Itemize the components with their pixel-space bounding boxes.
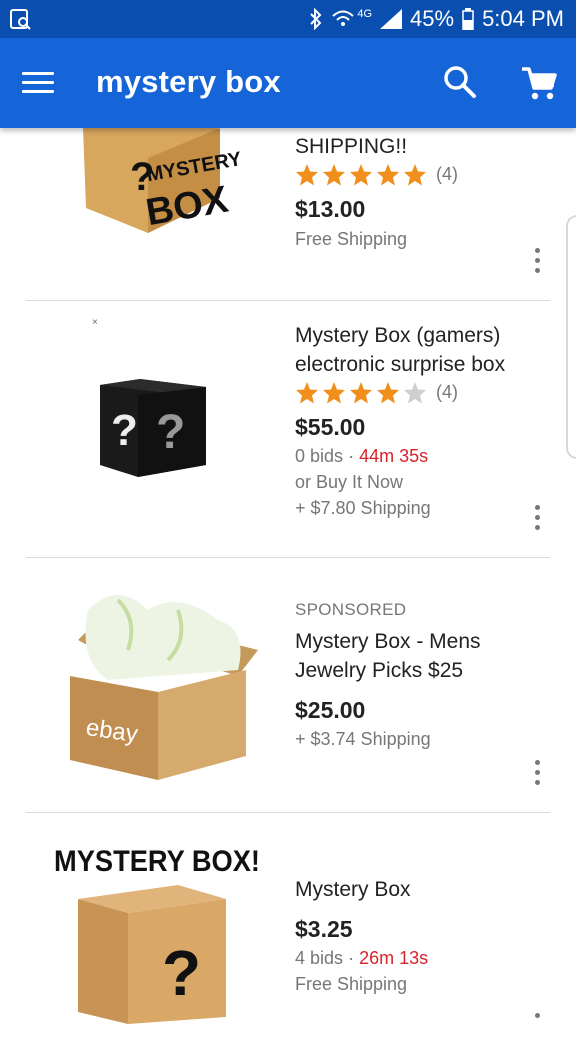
shipping-info: + $3.74 Shipping (295, 729, 431, 749)
more-options-icon[interactable] (530, 248, 544, 278)
review-count: (4) (436, 382, 458, 402)
listing-item[interactable]: ? MYSTERY BOX SHIPPING!! (4) $13.00 Free… (0, 128, 576, 300)
battery-percent: 45% (410, 6, 455, 31)
buy-it-now: or Buy It Now (295, 472, 404, 492)
search-query-title[interactable]: mystery box (96, 64, 281, 100)
more-options-icon[interactable] (530, 505, 544, 535)
shipping-info: + $7.80 Shipping (295, 498, 431, 518)
star-icon (377, 382, 399, 404)
close-mark: × (92, 317, 98, 328)
star-icon (350, 164, 372, 186)
menu-icon (22, 72, 54, 75)
listing-price: $55.00 (295, 414, 366, 440)
bids-line: 4 bids · 26m 13s (295, 945, 555, 971)
review-count: (4) (436, 164, 458, 184)
clock: 5:04 PM (482, 6, 564, 31)
bid-count: 4 bids (295, 948, 344, 968)
network-label: 4G (357, 8, 373, 20)
cart-icon[interactable] (520, 64, 558, 102)
star-icon (404, 382, 426, 404)
listing-image: ebay (28, 580, 268, 790)
rating-stars: (4) (295, 163, 555, 186)
bluetooth-icon (310, 8, 322, 30)
star-icon (404, 164, 426, 186)
star-icon (296, 164, 318, 186)
star-icon (323, 382, 345, 404)
bid-count: 0 bids (295, 446, 344, 466)
screenshot-icon (10, 9, 31, 30)
listing-title: SHIPPING!! (295, 135, 408, 158)
listing-item[interactable]: ebay SPONSORED Mystery Box - Mens Jewelr… (0, 558, 576, 812)
sponsored-label: SPONSORED (295, 600, 407, 619)
search-icon[interactable] (442, 64, 478, 100)
listing-title: Mystery Box (gamers) electronic surprise… (295, 324, 506, 376)
listing-title: Mystery Box (295, 878, 411, 901)
signal-icon (380, 9, 403, 29)
shipping-info: Free Shipping (295, 974, 408, 994)
app-bar: mystery box (0, 38, 576, 128)
listing-price: $3.25 (295, 916, 353, 942)
star-icon (323, 164, 345, 186)
separator: · (348, 948, 355, 968)
rating-stars: (4) (295, 381, 555, 404)
status-bar: 4G 45% 5:04 PM (0, 0, 576, 38)
time-left: 44m 35s (359, 446, 429, 466)
listing-price: $25.00 (295, 697, 366, 723)
shipping-info: Free Shipping (295, 229, 408, 249)
menu-button[interactable] (22, 68, 54, 98)
listing-item[interactable]: MYSTERY BOX! ? Mystery Box $3.25 4 bids … (0, 813, 576, 1024)
separator: · (348, 446, 355, 466)
question-mark-glyph: ? (156, 406, 185, 459)
listing-image: × ? ? (28, 315, 268, 485)
star-icon (377, 164, 399, 186)
listing-image: MYSTERY BOX! ? (28, 827, 268, 1024)
more-options-icon[interactable] (530, 760, 544, 790)
image-headline: MYSTERY BOX! (54, 845, 260, 878)
wifi-icon (332, 10, 354, 26)
battery-icon (462, 8, 474, 30)
question-mark-glyph: ? (162, 937, 201, 1009)
star-icon (296, 382, 318, 404)
star-icon (350, 382, 372, 404)
listing-item[interactable]: × ? ? Mystery Box (gamers) electronic su… (0, 301, 576, 557)
listing-title: Mystery Box - Mens Jewelry Picks $25 (295, 630, 481, 682)
listing-price: $13.00 (295, 196, 366, 222)
time-left: 26m 13s (359, 948, 429, 968)
more-options-icon[interactable] (530, 1013, 544, 1043)
bids-line: 0 bids · 44m 35s (295, 443, 555, 469)
question-mark-glyph: ? (111, 406, 138, 455)
listing-image: ? MYSTERY BOX (28, 128, 268, 238)
